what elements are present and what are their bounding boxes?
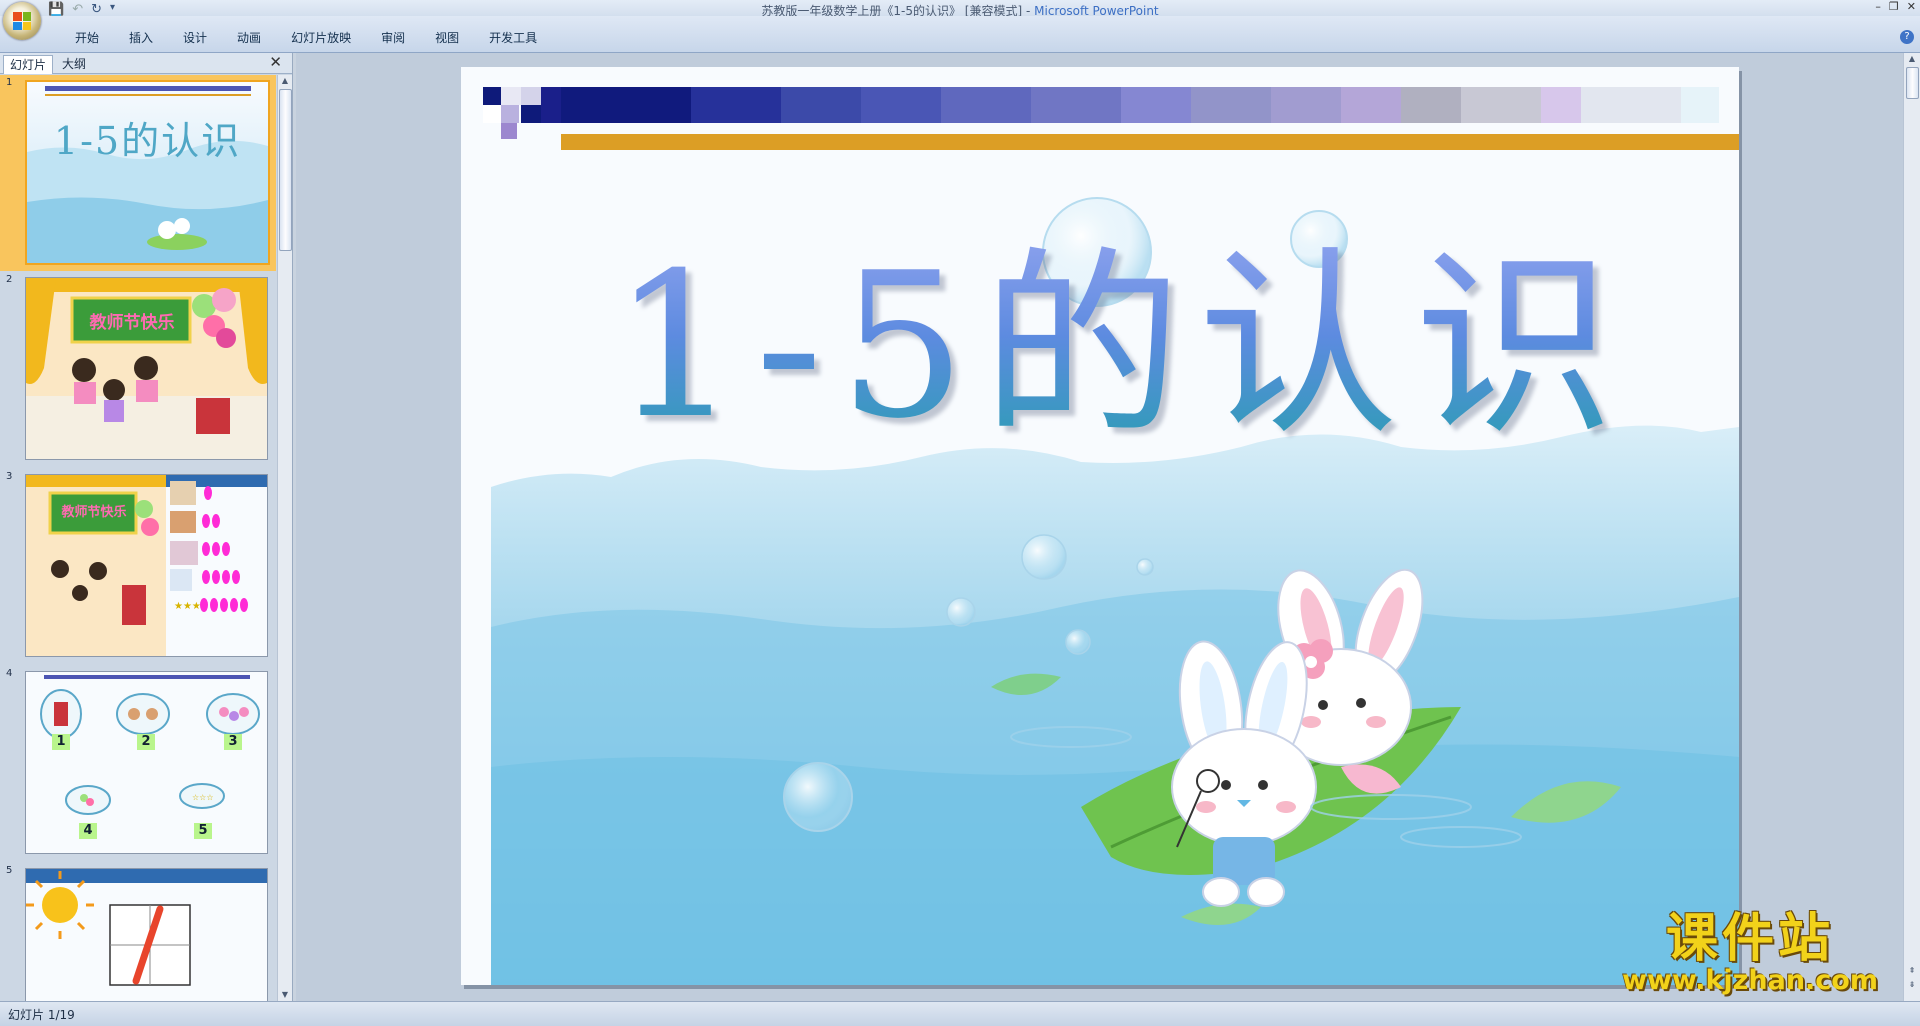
thumbnail-slide-5[interactable] [25,868,268,1001]
tab-animations[interactable]: 动画 [222,28,276,48]
slide-background-art [483,87,1739,985]
customize-qat-icon[interactable]: ▾ [110,2,115,17]
tab-slides[interactable]: 幻灯片 [3,55,54,74]
scroll-up-icon[interactable]: ▲ [1904,53,1920,65]
tab-design[interactable]: 设计 [168,28,222,48]
tab-developer[interactable]: 开发工具 [474,28,552,48]
title-bar: 苏教版一年级数学上册《1-5的认识》 [兼容模式] - Microsoft Po… [0,0,1920,18]
gold-bar [561,134,1739,150]
header-mosaic [483,87,1719,139]
next-slide-icon[interactable]: ⇟ [1904,979,1920,991]
current-slide[interactable]: 1-5的认识 [461,67,1739,985]
thumbnail-slide-1[interactable]: 1-5的认识 [25,80,270,265]
thumbnail-4-label: 2 [137,734,155,750]
thumbnail-3-title: 教师节快乐 [61,505,127,520]
slide-title[interactable]: 1-5的认识 [581,232,1661,462]
help-icon[interactable]: ? [1900,30,1914,44]
thumbnail-4-label: 1 [52,734,70,750]
tab-insert[interactable]: 插入 [114,28,168,48]
canvas-scrollbar[interactable]: ▲ ⇞ ⇟ [1903,53,1920,1001]
undo-icon[interactable]: ↶ [72,2,83,17]
panel-tabs: 幻灯片 大纲 ✕ [0,53,292,74]
thumbnail-number: 2 [6,274,13,285]
scrollbar-thumb[interactable] [279,89,292,251]
restore-button[interactable]: ❐ [1889,0,1899,13]
thumbnail-2-title: 教师节快乐 [89,313,175,333]
office-button[interactable] [3,2,41,40]
tab-slideshow[interactable]: 幻灯片放映 [276,28,366,48]
thumbnail-4-label: 5 [194,823,212,839]
close-window-button[interactable]: ✕ [1907,0,1916,13]
thumbnail-row-5[interactable]: 5 [0,863,276,1001]
save-icon[interactable]: 💾 [48,2,64,17]
thumbnail-list: 1 1-5的认识 2 教师节快乐 3 ★★★ 教师节快乐 4 ☆☆☆ 1 2 3… [0,75,276,1001]
slide-counter: 幻灯片 1/19 [8,1008,75,1022]
slide-canvas: 1-5的认识 [296,53,1904,1001]
thumbnail-number: 4 [6,668,13,679]
scroll-up-icon[interactable]: ▲ [278,75,292,87]
tab-view[interactable]: 视图 [420,28,474,48]
prev-slide-icon[interactable]: ⇞ [1904,965,1920,977]
thumbnail-4-label: 3 [224,734,242,750]
thumbnail-number: 5 [6,865,13,876]
thumbnail-slide-2[interactable]: 教师节快乐 [25,277,268,460]
status-bar: 幻灯片 1/19 [0,1001,1920,1026]
close-panel-icon[interactable]: ✕ [269,53,282,71]
redo-icon[interactable]: ↻ [91,2,102,17]
thumbnail-row-2[interactable]: 2 教师节快乐 [0,272,276,468]
thumbnail-number: 1 [6,77,13,88]
thumbnail-row-3[interactable]: 3 ★★★ 教师节快乐 [0,469,276,665]
thumbnail-row-4[interactable]: 4 ☆☆☆ 1 2 3 4 5 [0,666,276,862]
tab-home[interactable]: 开始 [60,28,114,48]
tab-review[interactable]: 审阅 [366,28,420,48]
tab-outline[interactable]: 大纲 [56,55,92,73]
thumbnail-5-art [26,869,267,1001]
svg-text:★★★: ★★★ [174,601,201,612]
thumbnail-slide-3[interactable]: ★★★ 教师节快乐 [25,474,268,657]
thumbnail-2-art [26,278,267,459]
svg-text:☆☆☆: ☆☆☆ [192,793,214,802]
thumbnail-4-art: ☆☆☆ [26,672,267,853]
ribbon-tabs: 开始 插入 设计 动画 幻灯片放映 审阅 视图 开发工具 [60,28,552,48]
watermark-main: 课件站 [1666,909,1835,969]
thumbnail-1-title: 1-5的认识 [53,119,242,163]
thumbnail-slide-4[interactable]: ☆☆☆ 1 2 3 4 5 [25,671,268,854]
office-logo-icon [13,12,31,30]
minimize-button[interactable]: – [1875,0,1881,13]
scrollbar-thumb[interactable] [1906,67,1919,99]
watermark-url: www.kjzhan.com [1622,965,1878,996]
ribbon: 开始 插入 设计 动画 幻灯片放映 审阅 视图 开发工具 ? [0,16,1920,53]
slides-panel: 幻灯片 大纲 ✕ 1 1-5的认识 2 教师节快乐 3 ★★★ 教师节快乐 4 … [0,53,293,1001]
watermark: 课件站 www.kjzhan.com [1622,911,1878,995]
thumbnail-4-label: 4 [79,823,97,839]
quick-access-toolbar: 💾 ↶ ↻ ▾ [48,2,115,17]
scroll-down-icon[interactable]: ▼ [278,989,292,1001]
window-controls: – ❐ ✕ [1875,0,1916,13]
thumbnail-number: 3 [6,471,13,482]
thumbnail-scrollbar[interactable]: ▲ ▼ [277,75,292,1001]
thumbnail-row-1[interactable]: 1 1-5的认识 [0,75,276,271]
